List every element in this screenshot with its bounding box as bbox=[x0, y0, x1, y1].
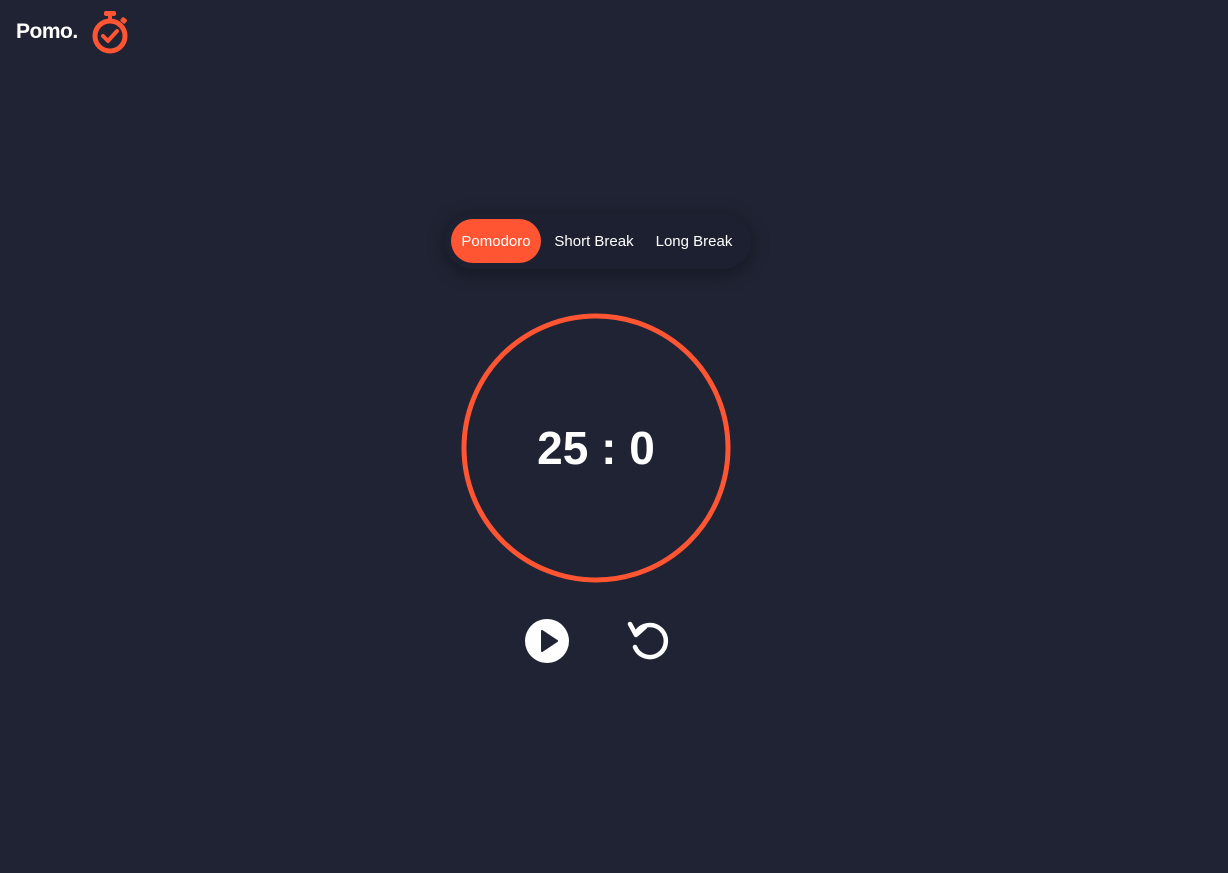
play-icon bbox=[525, 619, 569, 663]
stopwatch-check-icon bbox=[92, 11, 128, 54]
play-button[interactable] bbox=[523, 617, 571, 665]
logo-text: Pomo. bbox=[16, 20, 78, 43]
reset-icon bbox=[627, 621, 669, 660]
tab-short-break[interactable]: Short Break bbox=[541, 219, 647, 263]
page: Pomo. Pomodoro Short Break Long Break 25… bbox=[0, 0, 1228, 873]
tab-long-break[interactable]: Long Break bbox=[647, 219, 741, 263]
timer-controls bbox=[523, 617, 673, 665]
app-logo[interactable]: Pomo. bbox=[16, 10, 130, 54]
reset-button[interactable] bbox=[625, 617, 673, 665]
mode-switch: Pomodoro Short Break Long Break bbox=[445, 213, 751, 269]
tab-pomodoro[interactable]: Pomodoro bbox=[451, 219, 541, 263]
timer-display: 25 : 0 bbox=[537, 422, 655, 474]
